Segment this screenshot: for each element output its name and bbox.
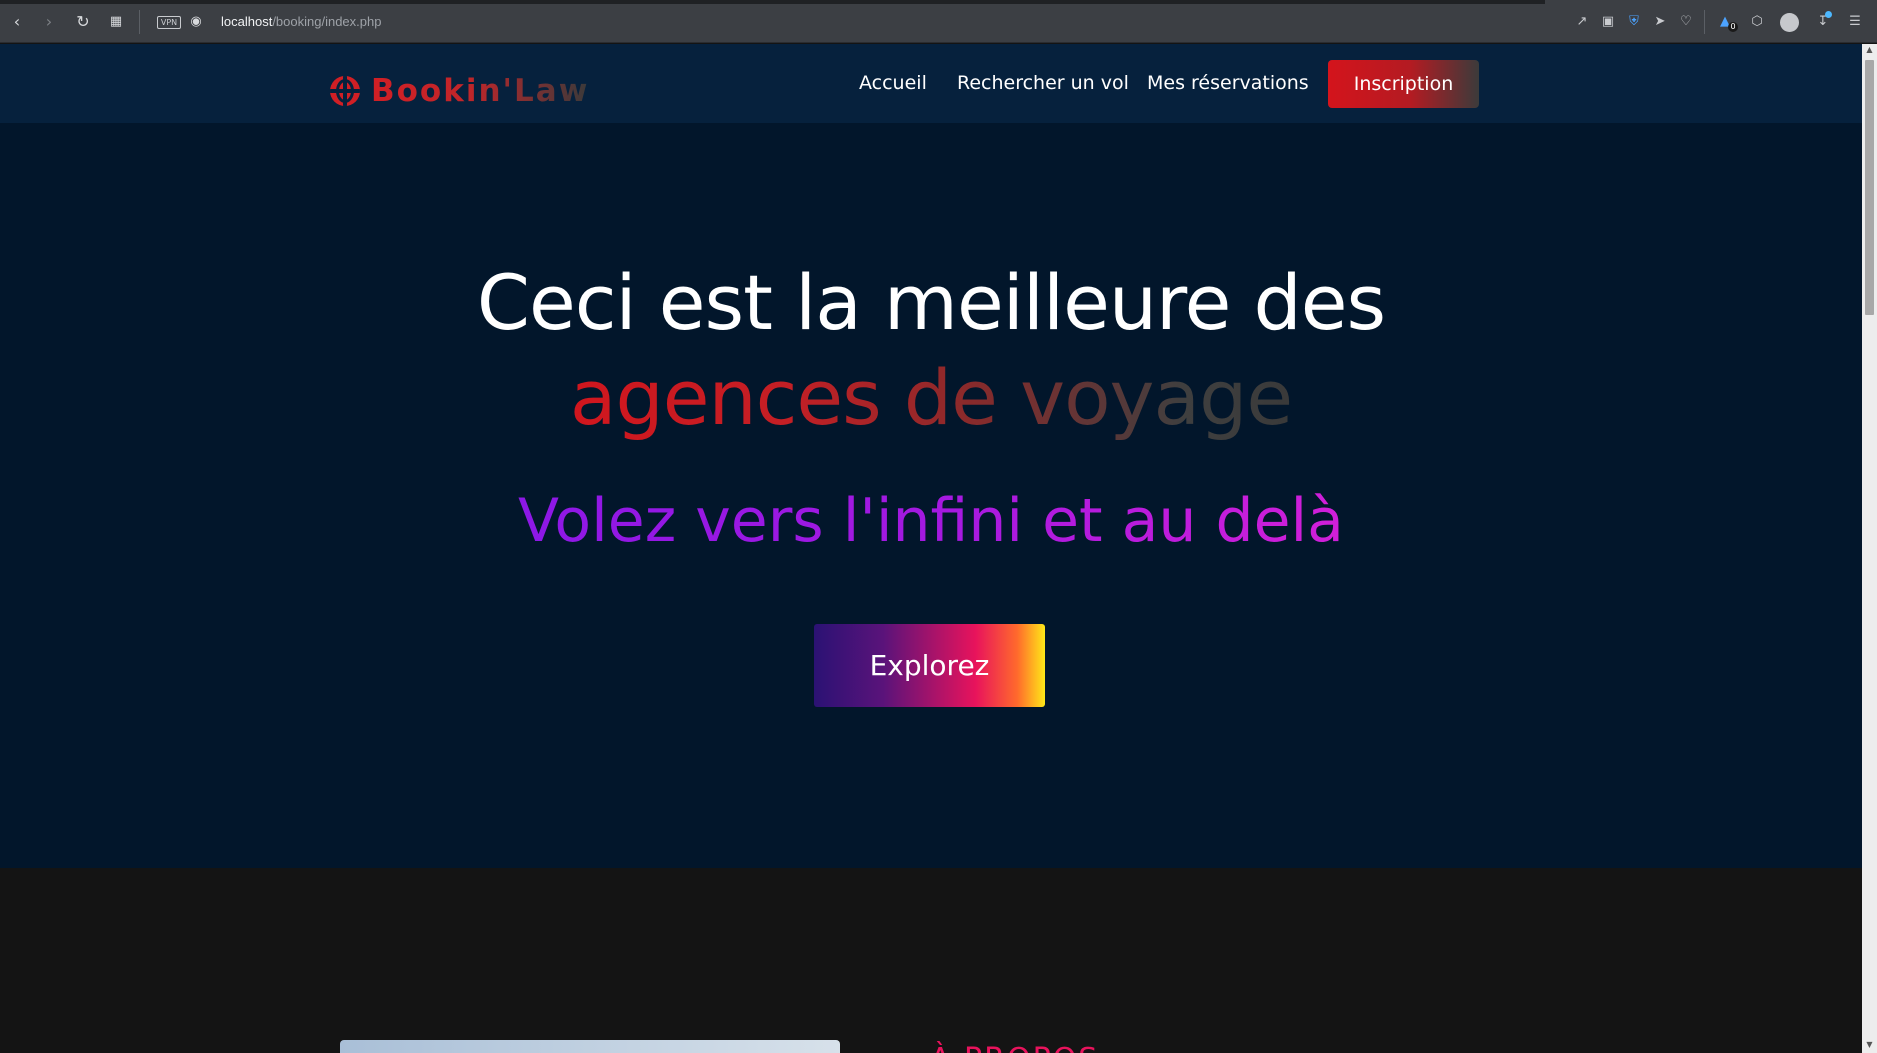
download-indicator (1825, 11, 1832, 18)
website: Bookin'Law Accueil Rechercher un vol Mes… (0, 44, 1862, 1053)
signup-button[interactable]: Inscription (1328, 60, 1479, 108)
toolbar-divider (1704, 10, 1705, 34)
cube-icon[interactable]: ⬡ (1748, 13, 1766, 31)
hero-title-line2: agences de voyage (0, 353, 1862, 442)
address-bar[interactable]: localhost/booking/index.php (221, 14, 381, 29)
scrollbar-thumb[interactable] (1865, 60, 1874, 315)
navbar: Bookin'Law Accueil Rechercher un vol Mes… (0, 44, 1862, 123)
logo[interactable]: Bookin'Law (330, 73, 589, 109)
browser-toolbar: ‹ › ↻ ▦ VPN ◉ localhost/booking/index.ph… (0, 0, 1877, 43)
nav-link-accueil[interactable]: Accueil (859, 72, 927, 94)
scroll-up-arrow[interactable]: ▲ (1864, 45, 1875, 54)
toolbar-divider (139, 10, 140, 34)
brand-name: Bookin'Law (371, 73, 590, 109)
hero-title-highlight: agences de voyage (569, 353, 1293, 442)
globe-logo-icon (330, 76, 360, 106)
about-title: À PROPOS (930, 1042, 1099, 1053)
nav-link-reservations[interactable]: Mes réservations (1147, 72, 1309, 94)
forward-icon[interactable]: › (39, 12, 59, 32)
url-path: /booking/index.php (272, 14, 382, 29)
vpn-badge[interactable]: VPN (157, 16, 181, 29)
about-image (340, 1040, 840, 1053)
reload-icon[interactable]: ↻ (73, 12, 93, 32)
nav-link-search-flight[interactable]: Rechercher un vol (957, 72, 1129, 94)
tabs-grid-icon[interactable]: ▦ (106, 12, 126, 32)
camera-icon[interactable]: ▣ (1599, 13, 1617, 31)
share-icon[interactable]: ↗ (1573, 13, 1591, 31)
hero-subtitle-text: Volez vers l'infini et au delà (518, 486, 1344, 556)
hero-subtitle: Volez vers l'infini et au delà (0, 486, 1862, 556)
explore-button[interactable]: Explorez (814, 624, 1045, 707)
shield-icon[interactable]: ⛨ (1625, 13, 1643, 31)
wallet-badge: 0 (1728, 22, 1738, 32)
globe-icon[interactable]: ◉ (186, 12, 206, 32)
scroll-down-arrow[interactable]: ▼ (1864, 1040, 1875, 1049)
menu-icon[interactable]: ☰ (1846, 13, 1864, 31)
hero-title-line1: Ceci est la meilleure des (476, 258, 1386, 347)
heart-icon[interactable]: ♡ (1677, 13, 1695, 31)
back-icon[interactable]: ‹ (7, 12, 27, 32)
url-host: localhost (221, 14, 273, 29)
profile-icon[interactable] (1780, 13, 1799, 32)
send-icon[interactable]: ➤ (1651, 13, 1669, 31)
page-load-bar (0, 0, 1545, 4)
hero-section: Ceci est la meilleure des agences de voy… (0, 123, 1862, 868)
